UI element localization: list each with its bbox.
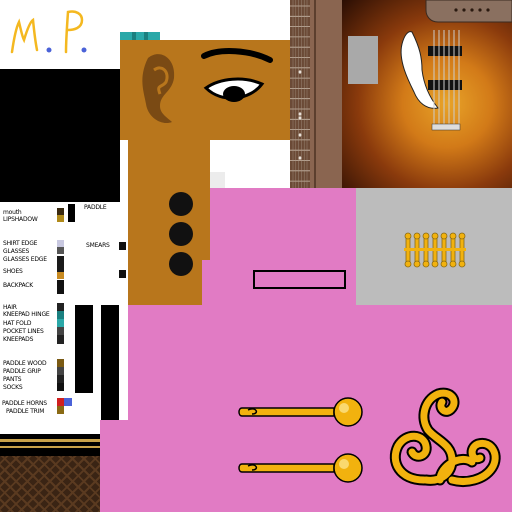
gold-hinge-cap [440,260,448,268]
label-smears: SMEARS [86,242,110,249]
gold-hinge-cap [413,260,421,268]
swatch-paddle-horns-blue [64,398,72,406]
swatch-socks [57,383,64,391]
swatch-glasses [57,247,64,254]
wood-strip-edge [314,0,316,188]
eye-icon [201,48,273,102]
teal-strip-dash [132,32,136,40]
black-swatch-block [0,69,120,202]
fret-inlay [298,133,302,137]
swatch-glasses-edge [57,256,64,264]
label-glasses: GLASSES [3,248,30,255]
swatch-shoes-2 [57,272,64,279]
signature-panel [0,0,120,69]
swatch-smears-2 [119,270,126,278]
swatch-pocket-lines [57,327,64,335]
label-glasses-edge: GLASSES EDGE [3,256,47,263]
label-pants: PANTS [3,376,22,383]
gold-hinge-cap [449,232,457,240]
pink-panel-left [100,420,120,512]
gold-pin-icon [238,453,363,483]
label-shirt-edge: SHIRT EDGE [3,240,38,247]
label-mouth: mouth [3,209,22,216]
label-paddle: PADDLE [84,204,107,211]
swatch-paddle-wood [57,359,64,367]
label-backpack: BACKPACK [3,282,33,289]
swatch-lipshadow [57,215,64,222]
label-paddle-grip: PADDLE GRIP [3,368,41,375]
stripe-band [0,434,100,456]
swatch-shirt-edge [57,240,64,247]
gold-hinge-cap [422,260,430,268]
teal-strip [120,32,160,40]
gold-hinge-cap [413,232,421,240]
fret-lines [290,0,310,188]
label-hair: HAIR [3,304,17,311]
round-button-icon [169,252,193,276]
label-shoes: SHOES [3,268,23,275]
gold-hinge-cap [404,260,412,268]
teal-strip-dash [144,32,148,40]
swatch-pants [57,375,64,383]
gold-hinge-cap [458,232,466,240]
swatch-smears [119,242,126,250]
gold-hinge-cap [440,232,448,240]
black-bar [101,305,119,420]
gold-hinge-cap [458,260,466,268]
swatch-paddle-grip [57,367,64,375]
signature-icon [10,10,87,54]
gold-hinge-group [404,232,466,268]
gold-pin-icon [238,397,363,427]
label-socks: SOCKS [3,384,23,391]
outline-rectangle [253,270,346,289]
gold-hinge-cap [449,260,457,268]
fret-inlay [298,116,302,120]
fret-inlay [298,156,302,160]
label-kneepads: KNEEPADS [3,336,34,343]
label-kneepad-hinge: KNEEPAD HINGE [3,311,50,318]
shirt-panel [120,140,210,305]
swatch-kneepads [57,335,64,344]
electric-guitar-icon [348,0,512,131]
gold-hinge-cap [431,232,439,240]
label-pocket-lines: POCKET LINES [3,328,44,335]
label-paddle-horns: PADDLE HORNS [2,400,47,407]
label-lipshadow: LIPSHADOW [3,216,38,223]
swatch-paddle [68,204,75,222]
gold-hinge-bar [404,248,466,251]
gold-hinge-cap [404,232,412,240]
woven-pattern [0,456,100,512]
swatch-hat-fold [57,319,64,327]
fret-inlay [298,70,302,74]
label-paddle-wood: PADDLE WOOD [3,360,47,367]
fret-group [290,0,310,188]
label-paddle-trim: PADDLE TRIM [6,408,45,415]
label-hat-fold: HAT FOLD [3,320,32,327]
swatch-paddle-horns-red [57,398,64,406]
ear-icon [142,54,175,124]
swatch-kneepad-hinge [57,311,64,319]
round-button-icon [169,222,193,246]
gold-hinge-icon [404,232,466,268]
gold-hinge-cap [431,260,439,268]
swatch-backpack [57,280,64,294]
fret-inlay [298,112,302,116]
black-bar [75,305,93,393]
pink-strip [202,260,212,305]
swatch-mouth [57,208,64,215]
white-cutout [120,140,128,202]
ornament-curl-icon [389,387,501,487]
gold-hinge-cap [422,232,430,240]
round-button-icon [169,192,193,216]
swatch-paddle-trim [57,406,64,414]
